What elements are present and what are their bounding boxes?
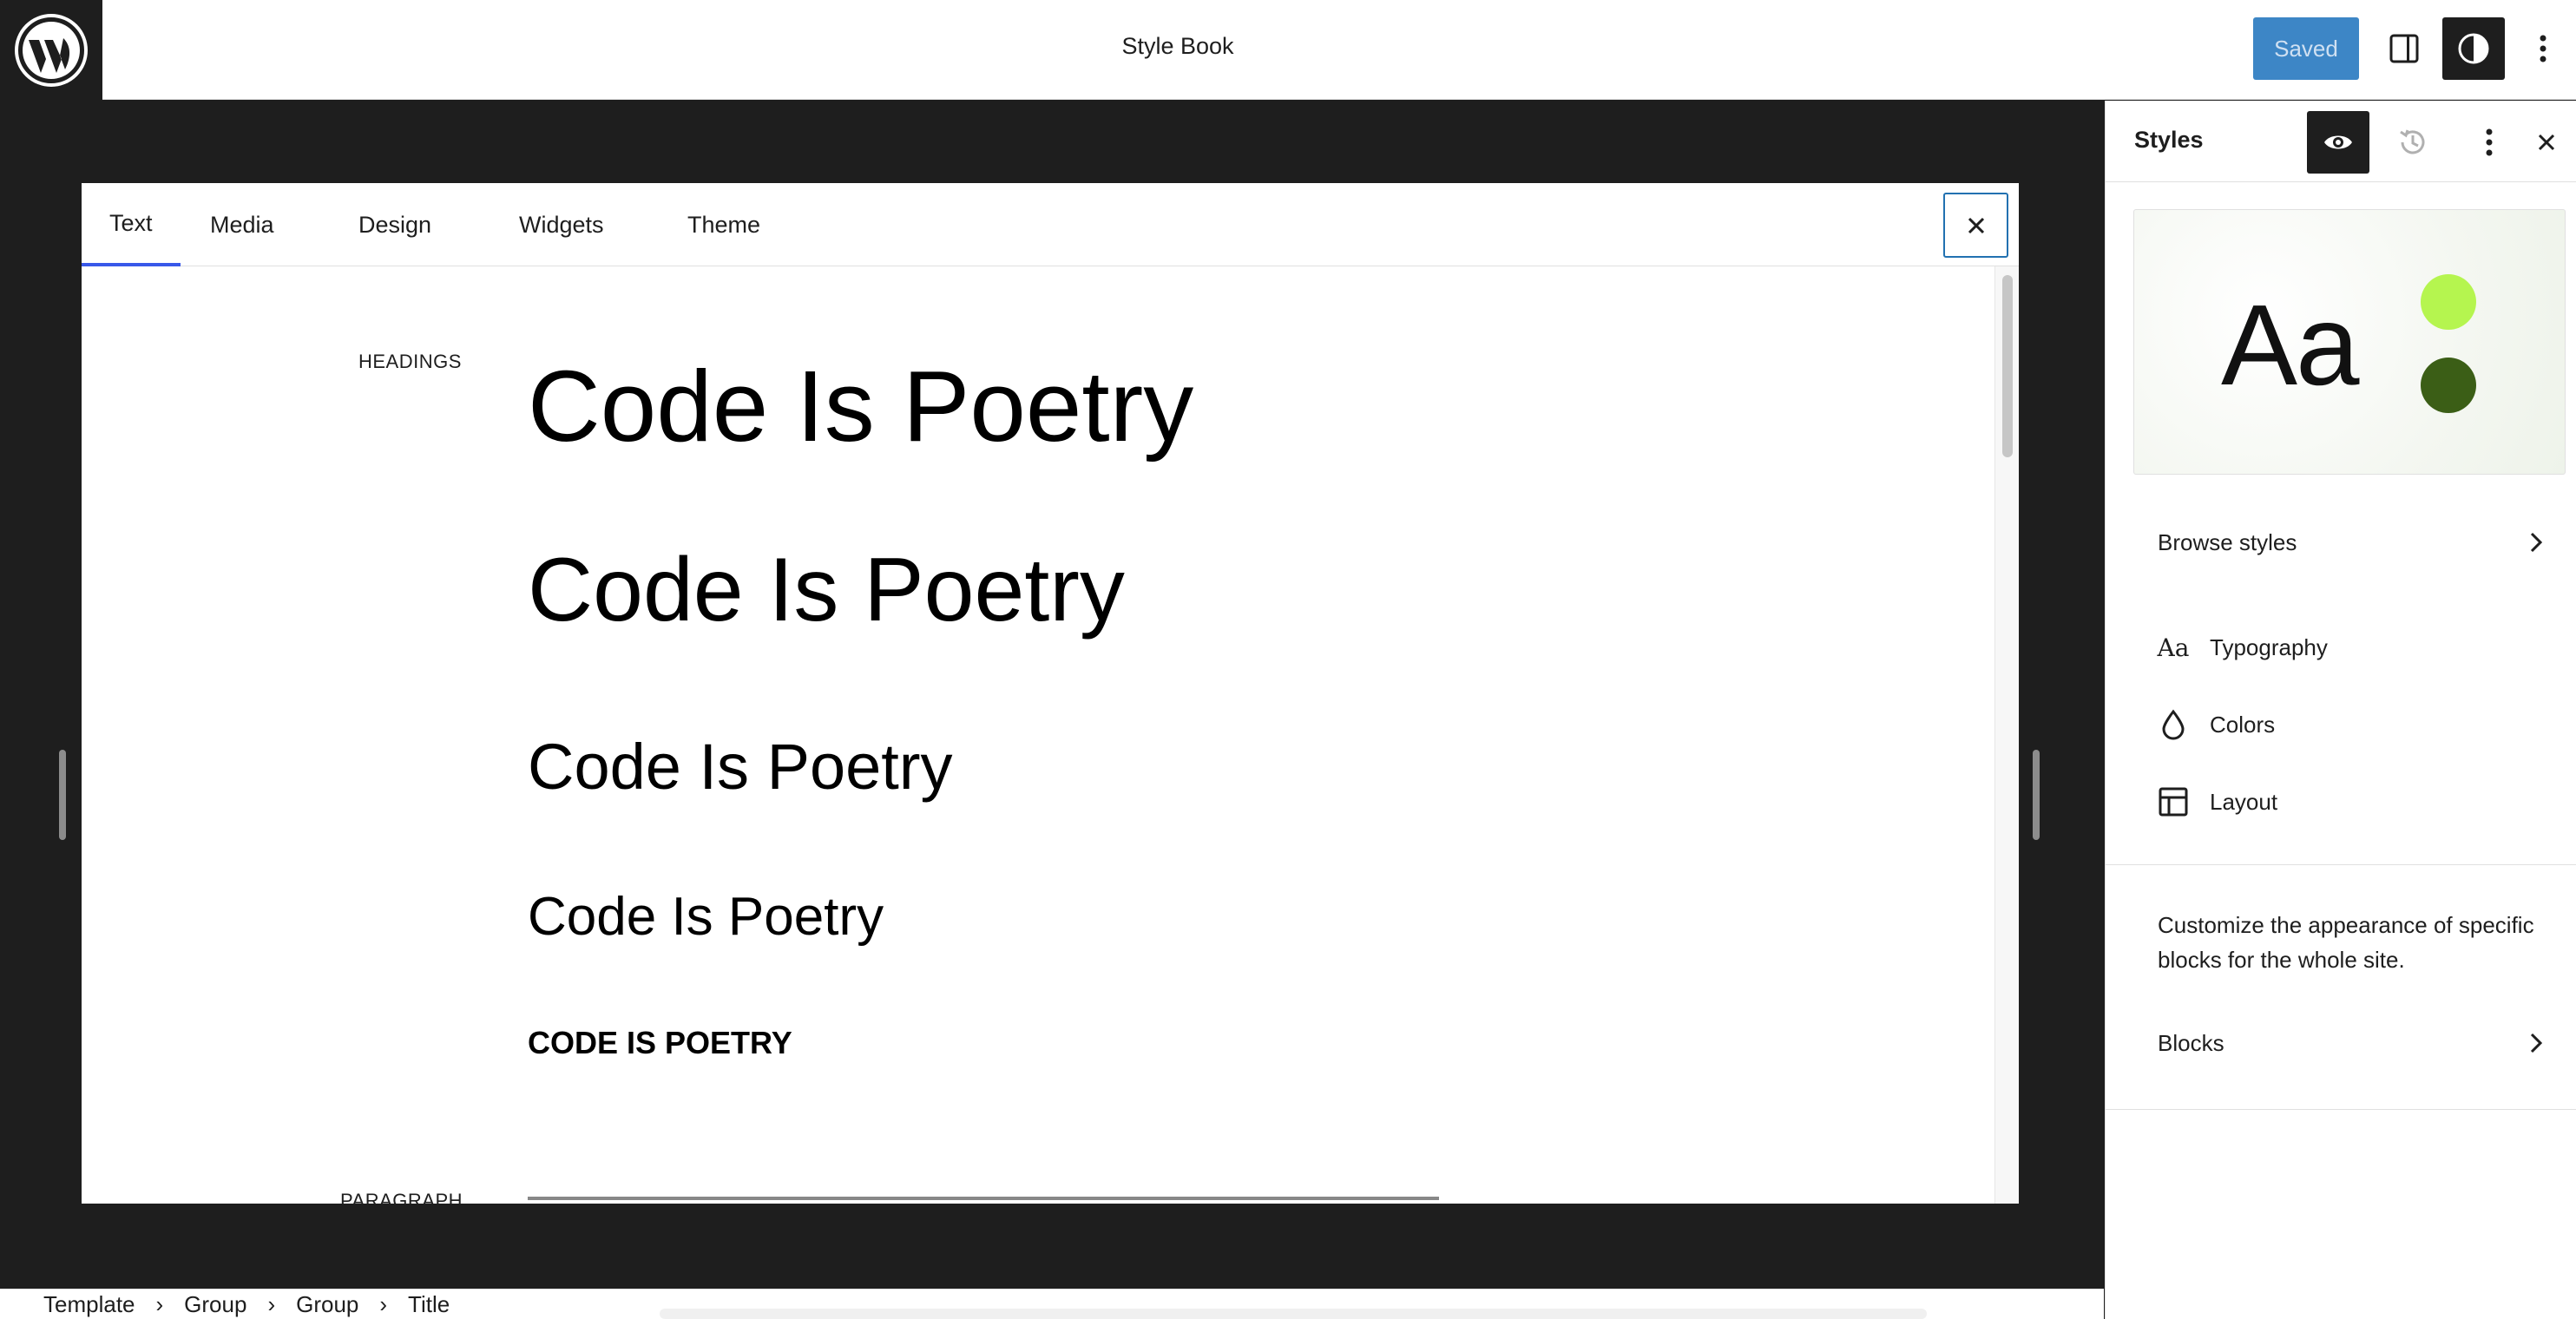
styles-sidebar: Styles Aa Browse styles Aa Typography Co… <box>2105 101 2576 1319</box>
sidebar-header: Styles <box>2106 101 2576 182</box>
chevron-right-icon: › <box>267 1290 276 1317</box>
sidebar-toggle-icon <box>2389 34 2419 63</box>
breadcrumb-item-title[interactable]: Title <box>408 1291 450 1318</box>
chevron-right-icon <box>2530 532 2543 553</box>
browse-styles-button[interactable]: Browse styles <box>2130 511 2564 574</box>
blocks-button[interactable]: Blocks <box>2130 1012 2564 1074</box>
more-vertical-icon <box>2486 128 2493 156</box>
wordpress-icon <box>15 13 88 87</box>
sidebar-options-button[interactable] <box>2458 111 2520 174</box>
style-preview-card[interactable]: Aa <box>2133 209 2566 475</box>
nav-item-layout[interactable]: Layout <box>2130 771 2564 833</box>
breadcrumb-item-group-inner[interactable]: Group <box>296 1291 358 1318</box>
tab-text[interactable]: Text <box>82 183 181 266</box>
nav-item-typography[interactable]: Aa Typography <box>2130 616 2564 679</box>
document-title[interactable]: Style Book <box>955 33 1401 60</box>
heading-2-sample[interactable]: Code Is Poetry <box>528 539 1125 642</box>
chevron-right-icon <box>2530 1033 2543 1053</box>
tab-theme[interactable]: Theme <box>660 183 788 266</box>
scrollbar-thumb[interactable] <box>2002 275 2013 457</box>
eye-icon <box>2324 135 2352 149</box>
droplet-icon <box>2154 705 2192 744</box>
preview-sample-text: Aa <box>2221 281 2359 409</box>
heading-5-sample[interactable]: Code Is Poetry <box>528 1025 792 1061</box>
options-button[interactable] <box>2512 17 2574 80</box>
tab-design[interactable]: Design <box>331 183 459 266</box>
heading-1-sample[interactable]: Code Is Poetry <box>528 348 1193 464</box>
style-book-scrollbar[interactable] <box>1994 266 2019 1204</box>
close-sidebar-button[interactable] <box>2520 111 2573 174</box>
blocks-label: Blocks <box>2158 1029 2224 1056</box>
resize-handle-right[interactable] <box>2033 750 2040 840</box>
revisions-button[interactable] <box>2382 111 2444 174</box>
close-icon <box>1968 217 1984 233</box>
layout-label: Layout <box>2210 788 2278 815</box>
paragraph-sample[interactable] <box>528 1197 1830 1204</box>
headings-section-label: HEADINGS <box>358 351 462 372</box>
heading-3-sample[interactable]: Code Is Poetry <box>528 730 952 804</box>
close-style-book-button[interactable] <box>1943 193 2008 258</box>
close-icon <box>2538 134 2555 151</box>
chevron-right-icon: › <box>379 1290 388 1317</box>
tab-widgets[interactable]: Widgets <box>491 183 632 266</box>
more-vertical-icon <box>2540 35 2546 62</box>
saved-button[interactable]: Saved <box>2253 17 2359 80</box>
sidebar-title: Styles <box>2134 127 2204 153</box>
chevron-right-icon: › <box>155 1290 164 1317</box>
style-book-toggle-button[interactable] <box>2307 111 2369 174</box>
style-book-tabs: Text Media Design Widgets Theme <box>82 183 2019 266</box>
sidebar-divider <box>2106 864 2576 865</box>
preview-color-swatch-secondary <box>2421 358 2476 413</box>
preview-color-swatch-primary <box>2421 274 2476 330</box>
layout-icon <box>2154 783 2192 821</box>
sidebar-toggle-button[interactable] <box>2373 17 2435 80</box>
style-book-panel: Text Media Design Widgets Theme HEADINGS… <box>82 183 2019 1204</box>
colors-label: Colors <box>2210 711 2276 738</box>
styles-button[interactable] <box>2442 17 2505 80</box>
sidebar-divider <box>2106 1109 2576 1110</box>
nav-item-colors[interactable]: Colors <box>2130 693 2564 756</box>
breadcrumb-item-group[interactable]: Group <box>184 1291 246 1318</box>
history-icon <box>2400 129 2425 154</box>
canvas-shadow <box>660 1309 1927 1319</box>
tab-media[interactable]: Media <box>182 183 302 266</box>
typography-label: Typography <box>2210 633 2328 660</box>
resize-handle-left[interactable] <box>59 750 66 840</box>
typography-icon: Aa <box>2157 633 2190 662</box>
paragraph-section-label: PARAGRAPH <box>340 1190 463 1204</box>
blocks-description: Customize the appearance of specific blo… <box>2158 912 2534 973</box>
styles-contrast-icon <box>2458 33 2489 64</box>
wordpress-logo-button[interactable] <box>0 0 102 100</box>
heading-4-sample[interactable]: Code Is Poetry <box>528 886 884 948</box>
browse-styles-label: Browse styles <box>2158 528 2297 555</box>
breadcrumb-item-template[interactable]: Template <box>43 1291 135 1318</box>
editor-header: Style Book Saved <box>0 0 2576 100</box>
